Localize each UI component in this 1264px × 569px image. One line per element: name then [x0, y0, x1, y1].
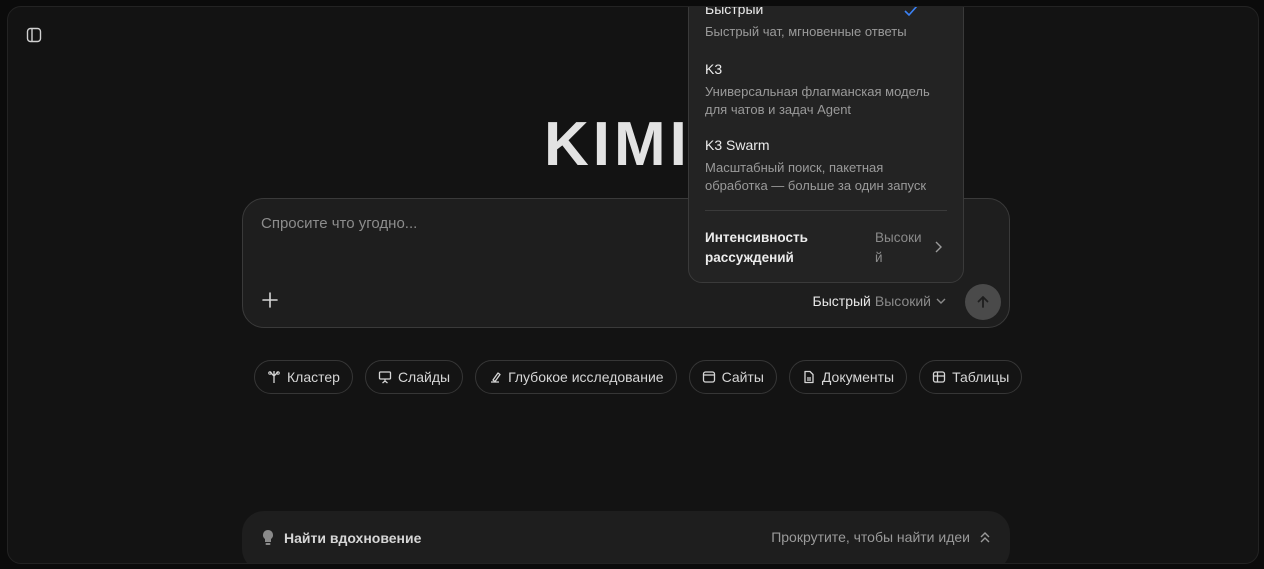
chip-label: Кластер — [287, 369, 340, 385]
app-window: KIMI Спросите что угодно... Быстрый Высо… — [7, 6, 1259, 564]
option-title: K3 Swarm — [705, 137, 770, 153]
check-icon — [904, 7, 918, 17]
chip-label: Таблицы — [952, 369, 1010, 385]
document-icon — [804, 370, 814, 384]
option-description: Универсальная флагманская модель для чат… — [705, 84, 930, 117]
chip-slides[interactable]: Слайды — [364, 360, 464, 394]
chip-label: Слайды — [397, 369, 451, 385]
add-attachment-button[interactable] — [259, 289, 281, 311]
model-option-k3-swarm[interactable]: K3 Swarm Масштабный поиск, пакетная обра… — [705, 136, 945, 195]
chip-label: Глубокое исследование — [508, 369, 664, 385]
option-title: K3 — [705, 61, 723, 77]
model-selector[interactable]: Быстрый Высокий — [813, 293, 947, 309]
chip-documents[interactable]: Документы — [788, 360, 908, 394]
tool-chips: Кластер Слайды Глубокое исследование Сай… — [254, 360, 1023, 394]
research-icon — [491, 372, 501, 383]
slides-icon — [378, 371, 392, 384]
inspiration-panel: Найти вдохновение Прокрутите, чтобы найт… — [242, 511, 1010, 563]
chevron-down-icon — [936, 298, 946, 304]
browser-icon — [702, 371, 715, 383]
menu-divider — [705, 210, 947, 211]
model-option-k3[interactable]: K3 Универсальная флагманская модель для … — [705, 60, 945, 119]
model-level: Высокий — [874, 293, 931, 309]
lightbulb-icon — [263, 530, 273, 545]
chip-deep-research[interactable]: Глубокое исследование — [475, 360, 677, 394]
chip-sites[interactable]: Сайты — [688, 360, 777, 394]
intensity-label: Интенсивность рассуждений — [705, 230, 808, 265]
cluster-icon — [268, 371, 280, 383]
inspiration-hint: Прокрутите, чтобы найти идеи — [771, 529, 970, 545]
chip-cluster[interactable]: Кластер — [254, 360, 353, 394]
chip-label: Сайты — [721, 369, 764, 385]
chip-tables[interactable]: Таблицы — [919, 360, 1023, 394]
intensity-value: Высокий — [875, 230, 922, 265]
send-button[interactable] — [965, 284, 1001, 320]
inspiration-label: Найти вдохновение — [284, 530, 422, 546]
kimi-logo: KIMI — [544, 110, 691, 179]
prompt-input[interactable]: Спросите что угодно... — [261, 215, 417, 232]
model-option-fast[interactable]: Быстрый Быстрый чат, мгновенные ответы — [705, 7, 945, 41]
model-name: Быстрый — [812, 293, 871, 309]
option-description: Быстрый чат, мгновенные ответы — [705, 24, 907, 39]
chevron-right-icon — [935, 241, 942, 253]
chevrons-up-icon — [980, 532, 990, 543]
option-description: Масштабный поиск, пакетная обработка — б… — [705, 160, 927, 193]
sidebar-toggle-icon[interactable] — [25, 26, 43, 44]
scroll-for-ideas-button[interactable]: Прокрутите, чтобы найти идеи — [771, 529, 992, 545]
plus-icon — [262, 292, 278, 308]
model-dropdown-menu: Быстрый Быстрый чат, мгновенные ответы K… — [688, 7, 964, 283]
table-icon — [932, 371, 946, 383]
chip-label: Документы — [821, 369, 895, 385]
inspiration-title: Найти вдохновение — [260, 529, 421, 547]
reasoning-intensity-item[interactable]: Интенсивность рассуждений Высокий — [705, 228, 949, 268]
arrow-up-icon — [977, 296, 989, 308]
